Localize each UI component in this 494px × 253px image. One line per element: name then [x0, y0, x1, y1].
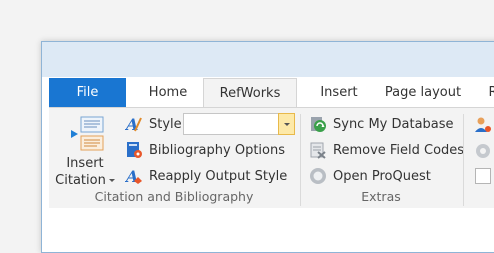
checkbox[interactable]	[475, 168, 491, 184]
title-bar	[42, 42, 494, 77]
chevron-down-icon	[108, 179, 115, 182]
remove-field-codes-label: Remove Field Codes	[333, 142, 465, 158]
proquest-icon	[310, 168, 326, 184]
ribbon: Insert Citation A Style: Bibliography Op…	[49, 107, 494, 209]
bibliography-options-button[interactable]: Bibliography Options	[125, 139, 285, 161]
reapply-style-icon: A	[125, 167, 142, 185]
sync-database-button[interactable]: Sync My Database	[309, 113, 454, 135]
ribbon-tabs: File Home RefWorks Insert Page layout R	[49, 78, 494, 107]
bibliography-options-icon	[127, 142, 142, 158]
style-select-value	[184, 118, 187, 132]
citation-group-label: Citation and Bibliography	[94, 189, 254, 204]
style-label: A Style:	[125, 113, 186, 135]
gear-icon[interactable]	[474, 142, 492, 160]
tab-page-layout[interactable]: Page layout	[381, 78, 465, 107]
sync-database-label: Sync My Database	[333, 116, 454, 132]
tab-partial[interactable]: R	[487, 78, 494, 107]
bibliography-options-label: Bibliography Options	[149, 142, 285, 158]
remove-field-codes-button[interactable]: Remove Field Codes	[309, 139, 464, 161]
remove-field-codes-icon	[310, 142, 326, 159]
insert-citation-label-2: Citation	[49, 173, 121, 189]
style-icon: A	[125, 115, 142, 133]
tab-insert[interactable]: Insert	[311, 78, 367, 107]
reapply-output-style-label: Reapply Output Style	[149, 168, 288, 184]
open-proquest-label: Open ProQuest	[333, 168, 431, 184]
insert-citation-icon	[71, 116, 104, 151]
style-label-text: Style:	[149, 116, 187, 132]
style-dropdown-button[interactable]	[278, 113, 295, 135]
word-window: File Home RefWorks Insert Page layout R …	[41, 41, 494, 253]
style-select[interactable]	[183, 113, 295, 135]
reapply-output-style-button[interactable]: A Reapply Output Style	[125, 165, 287, 187]
insert-citation-label-text: Citation	[55, 173, 106, 188]
extras-group-label: Extras	[361, 189, 401, 204]
tab-home[interactable]: Home	[133, 78, 203, 107]
user-icon[interactable]	[474, 116, 492, 134]
tab-refworks[interactable]: RefWorks	[203, 78, 297, 107]
group-separator-2	[463, 114, 464, 206]
insert-citation-button[interactable]: Insert Citation	[49, 110, 121, 188]
document-area[interactable]	[49, 208, 494, 252]
insert-citation-label-1: Insert	[66, 156, 104, 171]
tab-file[interactable]: File	[49, 78, 126, 107]
open-proquest-button[interactable]: Open ProQuest	[309, 165, 431, 187]
sync-icon	[311, 117, 326, 132]
